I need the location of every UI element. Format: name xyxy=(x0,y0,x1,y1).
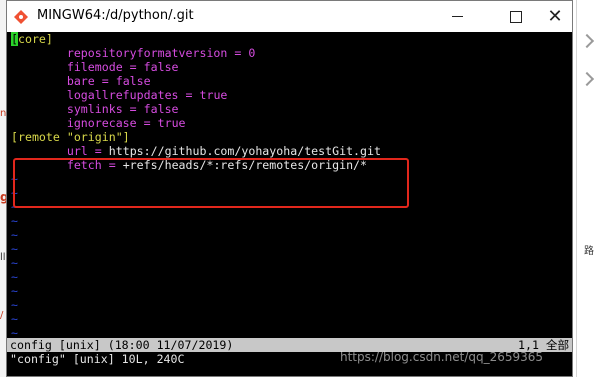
config-value: false xyxy=(143,102,179,116)
status-file-info: config [unix] (18:00 11/07/2019) xyxy=(10,338,234,352)
config-key: repositoryformatversion xyxy=(66,46,228,60)
config-operator: = xyxy=(122,60,144,74)
background-text: ll xyxy=(0,252,6,263)
close-icon: ✕ xyxy=(547,5,563,27)
config-value: false xyxy=(143,60,179,74)
config-operator: = xyxy=(136,116,158,130)
close-button[interactable]: ✕ xyxy=(538,1,572,32)
chevron-up-icon xyxy=(579,33,595,49)
empty-line-marker: ~ xyxy=(11,284,18,298)
minimize-button[interactable] xyxy=(434,1,480,32)
background-text: / xyxy=(0,310,4,321)
section-header-text: [remote "origin"] xyxy=(11,130,130,144)
maximize-icon xyxy=(510,10,522,23)
config-operator: = xyxy=(87,144,109,158)
chevron-up-icon xyxy=(579,71,595,87)
watermark: https://blog.csdn.net/qq_2659365 xyxy=(340,350,544,364)
terminal-window: MINGW64:/d/python/.git ✕ [core] reposito… xyxy=(6,0,573,377)
config-entry: repositoryformatversion = 0 xyxy=(11,46,255,60)
config-operator: = xyxy=(94,74,116,88)
config-key: symlinks xyxy=(66,102,123,116)
maximize-button[interactable] xyxy=(493,1,539,32)
title-bar[interactable]: MINGW64:/d/python/.git ✕ xyxy=(7,1,572,33)
vim-editor[interactable]: [core] repositoryformatversion = 0 filem… xyxy=(7,32,572,376)
config-entry: url = https://github.com/yohayoha/testGi… xyxy=(11,144,381,158)
empty-line-marker: ~ xyxy=(11,298,18,312)
config-entry: symlinks = false xyxy=(11,102,179,116)
empty-line-marker: ~ xyxy=(11,214,18,228)
highlight-annotation xyxy=(13,158,409,208)
config-key: bare xyxy=(66,74,95,88)
config-entry: filemode = false xyxy=(11,60,179,74)
empty-line-marker: ~ xyxy=(11,242,18,256)
cursor: [ xyxy=(11,32,18,46)
background-text: 路 xyxy=(584,246,594,257)
config-entry: ignorecase = true xyxy=(11,116,186,130)
empty-line-marker: ~ xyxy=(11,312,18,326)
section-header-text: core] xyxy=(17,32,53,46)
config-value: true xyxy=(157,116,186,130)
config-value: true xyxy=(199,88,228,102)
config-value: https://github.com/yohayoha/testGit.git xyxy=(108,144,381,158)
config-key: filemode xyxy=(66,60,123,74)
config-key: ignorecase xyxy=(66,116,137,130)
window-title: MINGW64:/d/python/.git xyxy=(37,8,194,23)
config-value: 0 xyxy=(248,46,256,60)
config-entry: logallrefupdates = true xyxy=(11,88,228,102)
config-operator: = xyxy=(178,88,200,102)
message-line: "config" [unix] 10L, 240C xyxy=(10,352,185,366)
empty-line-marker: ~ xyxy=(11,256,18,270)
section-header-remote: [remote "origin"] xyxy=(11,130,130,144)
config-key: url xyxy=(66,144,88,158)
background-app-right: 路 xyxy=(576,0,595,377)
git-bash-icon xyxy=(14,10,28,24)
config-key: logallrefupdates xyxy=(66,88,179,102)
config-value: false xyxy=(115,74,151,88)
minimize-icon xyxy=(451,16,463,17)
empty-line-marker: ~ xyxy=(11,270,18,284)
empty-line-marker: ~ xyxy=(11,228,18,242)
config-operator: = xyxy=(122,102,144,116)
config-entry: bare = false xyxy=(11,74,151,88)
section-header-core: [core] xyxy=(11,32,53,46)
config-operator: = xyxy=(227,46,249,60)
